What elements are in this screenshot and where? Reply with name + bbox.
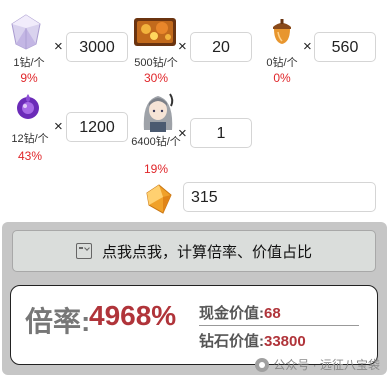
purple-spirit-icon [17, 94, 39, 119]
item-percentage: 30% [143, 71, 169, 85]
cash-value-row: 现金价值:68 [199, 302, 281, 323]
quantity-input[interactable]: 20 [190, 32, 252, 62]
item-percentage: 9% [20, 71, 38, 85]
multiply-sign: × [178, 125, 187, 142]
item-grid: 1钻/个 9% × 3000 500钻/个 30% × 20 0钻/个 0% ×… [0, 0, 392, 222]
rate-label: 倍率: [25, 306, 91, 337]
multiply-sign: × [303, 38, 312, 55]
calculator-icon [75, 243, 92, 259]
quantity-input[interactable]: 560 [314, 32, 376, 62]
result-card: 倍率: 4968% 现金价值:68 钻石价值:33800 [10, 285, 378, 365]
diamond-value: 33800 [264, 333, 306, 350]
diamond-price-input[interactable]: 315 [183, 182, 376, 212]
quantity-input[interactable]: 1 [190, 118, 252, 148]
diamond-value-label: 钻石价值: [199, 333, 264, 350]
calculate-button-label: 点我点我，计算倍率、价值占比 [101, 243, 312, 261]
quantity-input[interactable]: 3000 [66, 32, 128, 62]
calculate-button[interactable]: 点我点我，计算倍率、价值占比 [12, 230, 376, 272]
acorn-icon [273, 19, 291, 44]
diamond-value-row: 钻石价值:33800 [199, 330, 306, 351]
character-portrait-icon [143, 93, 174, 132]
multiply-sign: × [54, 38, 63, 55]
item-price: 1钻/个 [13, 57, 45, 69]
item-price: 0钻/个 [266, 57, 298, 69]
item-percentage: 0% [273, 71, 291, 85]
rate-value: 4968% [89, 300, 177, 331]
wechat-icon [255, 357, 270, 372]
treasure-chest-icon [134, 18, 176, 46]
watermark: 公众号 · 远征八宝袋 [255, 356, 380, 373]
divider [199, 325, 359, 326]
item-price: 500钻/个 [134, 57, 178, 69]
quantity-input[interactable]: 1200 [66, 112, 128, 142]
item-percentage: 19% [143, 162, 169, 176]
cash-value-label: 现金价值: [199, 305, 264, 322]
item-price: 12钻/个 [11, 133, 49, 145]
item-percentage: 43% [17, 149, 43, 163]
cash-value: 68 [264, 305, 281, 322]
calculation-panel: 点我点我，计算倍率、价值占比 倍率: 4968% 现金价值:68 钻石价值:33… [2, 222, 387, 375]
orange-gem-icon [146, 184, 172, 214]
watermark-text: 公众号 · 远征八宝袋 [273, 358, 380, 372]
multiply-sign: × [178, 38, 187, 55]
diamond-icon [11, 14, 41, 50]
multiply-sign: × [54, 118, 63, 135]
